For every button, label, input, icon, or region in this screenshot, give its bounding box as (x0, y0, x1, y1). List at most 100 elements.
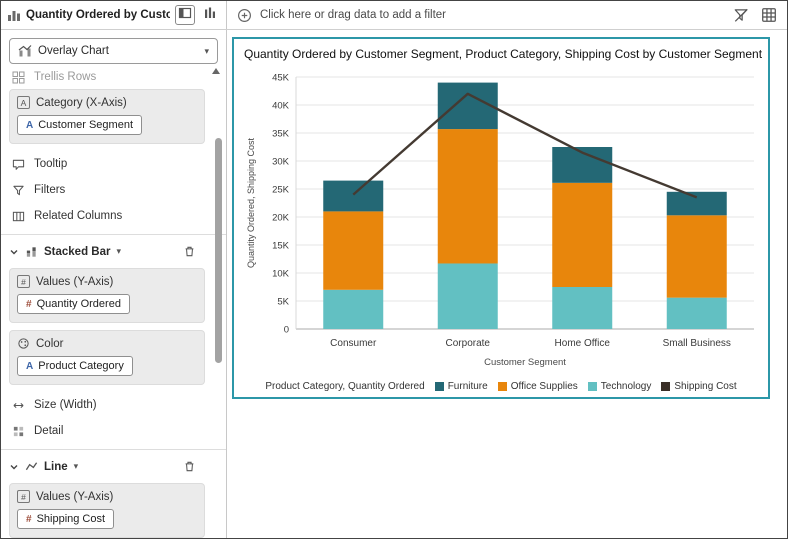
legend-label: Office Supplies (511, 381, 578, 392)
sidebar-item-label: Tooltip (34, 158, 67, 170)
stacked-bar-icon (25, 245, 38, 258)
x-tick-label: Small Business (663, 338, 731, 349)
layer-type-caret-icon[interactable]: ▾ (116, 246, 121, 257)
sidebar-item-label: Filters (34, 184, 65, 196)
filter-bar[interactable]: Click here or drag data to add a filter (227, 1, 787, 29)
legend-swatch (498, 382, 507, 391)
resize-width-icon (12, 399, 25, 412)
chart-type-value: Overlay Chart (38, 45, 198, 57)
chevron-down-icon[interactable] (9, 462, 19, 472)
detail-grid-icon (12, 425, 25, 438)
chip-label: Customer Segment (38, 119, 133, 131)
bar-segment-office-supplies[interactable] (323, 211, 383, 289)
layer-header-line[interactable]: Line ▾ (1, 453, 226, 480)
column-chip-product-category[interactable]: A Product Category (17, 356, 133, 376)
bar-segment-technology[interactable] (438, 263, 498, 329)
sidebar-item-detail[interactable]: Detail (1, 418, 226, 444)
top-bar: Quantity Ordered by Custom... Click here… (1, 1, 787, 30)
scrollbar-thumb[interactable] (215, 138, 222, 363)
divider (1, 449, 226, 450)
divider (1, 234, 226, 235)
sidebar-item-tooltip[interactable]: Tooltip (1, 151, 226, 177)
chip-label: Quantity Ordered (37, 298, 121, 310)
sidebar-item-trellis-rows[interactable]: Trellis Rows (1, 68, 226, 86)
funnel-slash-icon[interactable] (733, 7, 749, 23)
bar-segment-furniture[interactable] (667, 192, 727, 216)
shipping-cost-line[interactable] (353, 94, 697, 198)
sidebar-item-label: Detail (34, 425, 63, 437)
bar-segment-office-supplies[interactable] (438, 129, 498, 263)
legend-item-shipping-cost[interactable]: Shipping Cost (661, 381, 736, 392)
legend-item-technology[interactable]: Technology (588, 381, 652, 392)
legend-label: Shipping Cost (674, 381, 736, 392)
y-tick-label: 10K (272, 269, 290, 280)
sidebar-item-label: Related Columns (34, 210, 122, 222)
overlay-chart-icon (18, 44, 32, 58)
app-window: Quantity Ordered by Custom... Click here… (0, 0, 788, 539)
sidebar-item-related-columns[interactable]: Related Columns (1, 203, 226, 229)
chip-label: Shipping Cost (37, 513, 106, 525)
y-tick-label: 40K (272, 101, 290, 112)
attribute-box-icon: A (17, 96, 30, 109)
legend-item-office-supplies[interactable]: Office Supplies (498, 381, 578, 392)
viz-title-pane: Quantity Ordered by Custom... (1, 1, 227, 29)
window-title: Quantity Ordered by Custom... (26, 9, 170, 21)
legend-swatch (435, 382, 444, 391)
properties-panel-toggle[interactable] (200, 5, 220, 25)
x-tick-label: Consumer (330, 338, 377, 349)
sidebar-item-label: Size (Width) (34, 399, 97, 411)
category-drop-zone[interactable]: A Category (X-Axis) A Customer Segment (9, 89, 205, 144)
bar-segment-office-supplies[interactable] (667, 215, 727, 297)
bar-segment-technology[interactable] (552, 287, 612, 329)
y-axis-title: Quantity Ordered, Shipping Cost (246, 137, 256, 268)
chart-type-selector[interactable]: Overlay Chart ▾ (9, 38, 218, 64)
category-label: Category (X-Axis) (36, 97, 127, 109)
sidebar-item-size-width[interactable]: Size (Width) (1, 392, 226, 418)
color-drop-zone[interactable]: Color A Product Category (9, 330, 205, 385)
canvas-grid-icon[interactable] (761, 7, 777, 23)
line-chart-icon (25, 460, 38, 473)
delete-layer-button[interactable] (183, 245, 196, 258)
color-label: Color (36, 338, 63, 350)
y-tick-label: 20K (272, 213, 290, 224)
funnel-icon (12, 184, 25, 197)
layer-header-stacked-bar[interactable]: Stacked Bar ▾ (1, 238, 226, 265)
layer-title: Stacked Bar (44, 246, 110, 258)
grammar-panel-icon (178, 6, 192, 25)
x-tick-label: Home Office (555, 338, 611, 349)
bar-segment-furniture[interactable] (323, 181, 383, 212)
measure-icon: # (26, 514, 32, 525)
x-tick-label: Corporate (446, 338, 491, 349)
grammar-panel-toggle[interactable] (175, 5, 195, 25)
legend-label: Technology (601, 381, 652, 392)
bar-segment-technology[interactable] (667, 298, 727, 329)
delete-layer-button[interactable] (183, 460, 196, 473)
legend-items: Furniture Office Supplies Technology Shippi… (435, 381, 737, 392)
chart-title: Quantity Ordered by Customer Segment, Pr… (244, 47, 760, 61)
y-tick-label: 5K (277, 297, 289, 308)
overlay-chart-visualization[interactable]: Quantity Ordered by Customer Segment, Pr… (232, 37, 770, 399)
chart-icon (7, 8, 21, 22)
column-chip-quantity-ordered[interactable]: # Quantity Ordered (17, 294, 130, 314)
columns-bars-icon (203, 6, 217, 25)
column-chip-customer-segment[interactable]: A Customer Segment (17, 115, 142, 135)
add-filter-icon[interactable] (237, 8, 252, 23)
legend-title: Product Category, Quantity Ordered (265, 381, 424, 392)
chevron-down-icon[interactable] (9, 247, 19, 257)
grammar-panel: Overlay Chart ▾ Trellis Rows A Category … (1, 30, 227, 538)
bar-segment-office-supplies[interactable] (552, 183, 612, 287)
values-drop-zone[interactable]: # Values (Y-Axis) # Quantity Ordered (9, 268, 205, 323)
chart-legend: Product Category, Quantity Ordered Furni… (242, 381, 760, 392)
legend-item-furniture[interactable]: Furniture (435, 381, 488, 392)
sidebar-item-filters[interactable]: Filters (1, 177, 226, 203)
column-chip-shipping-cost[interactable]: # Shipping Cost (17, 509, 114, 529)
workspace: Overlay Chart ▾ Trellis Rows A Category … (1, 30, 787, 538)
chevron-down-icon[interactable]: ▾ (204, 46, 209, 57)
layer-type-caret-icon[interactable]: ▾ (74, 461, 79, 472)
bar-segment-technology[interactable] (323, 290, 383, 329)
scroll-up-arrow[interactable] (212, 68, 220, 74)
line-values-drop-zone[interactable]: # Values (Y-Axis) # Shipping Cost (9, 483, 205, 538)
overlay-chart-plot: 05K10K15K20K25K30K35K40K45KConsumerCorpo… (242, 63, 760, 373)
layer-title: Line (44, 461, 68, 473)
filter-bar-prompt[interactable]: Click here or drag data to add a filter (260, 9, 725, 21)
